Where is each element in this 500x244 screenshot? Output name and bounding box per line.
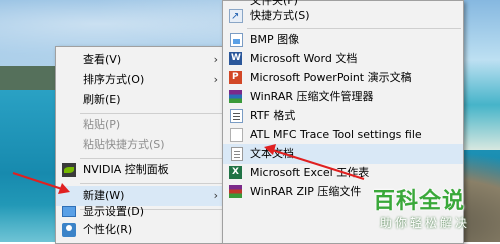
display-icon [62, 206, 76, 217]
menu-separator [80, 183, 222, 184]
submenu-item-bmp[interactable]: BMP 图像 [223, 30, 463, 50]
submenu-item-word[interactable]: Microsoft Word 文档 [223, 48, 463, 69]
submenu-item-rtf[interactable]: RTF 格式 [223, 106, 463, 126]
bmp-icon [230, 33, 243, 47]
menu-item-personalize[interactable]: 个性化(R) [56, 220, 224, 240]
powerpoint-icon [229, 67, 242, 87]
menu-separator [247, 28, 461, 29]
menu-item-display-settings[interactable]: 显示设置(D) [56, 202, 224, 222]
menu-item-display-label: 显示设置(D) [83, 205, 145, 218]
menu-separator [80, 158, 222, 159]
word-icon [229, 48, 242, 68]
menu-item-refresh-label: 刷新(E) [83, 93, 121, 106]
submenu-item-shortcut[interactable]: 快捷方式(S) [223, 6, 463, 27]
submenu-item-rtf-label: RTF 格式 [250, 109, 296, 122]
atl-file-icon [230, 128, 243, 142]
menu-item-sort-by[interactable]: 排序方式(O) › [56, 70, 224, 90]
chevron-right-icon: › [213, 53, 218, 66]
personalize-icon [62, 223, 76, 237]
submenu-item-powerpoint-label: Microsoft PowerPoint 演示文稿 [250, 71, 412, 84]
submenu-item-text-label: 文本文档 [250, 147, 294, 160]
menu-item-nvidia-label: NVIDIA 控制面板 [83, 163, 169, 176]
brand-watermark: 百科全说 助你轻松解决 [373, 183, 495, 239]
menu-item-paste[interactable]: 粘贴(P) [56, 115, 224, 135]
submenu-item-zip-label: WinRAR ZIP 压缩文件 [250, 185, 362, 198]
shortcut-icon [229, 7, 243, 27]
excel-icon [229, 162, 242, 182]
menu-item-nvidia-control-panel[interactable]: NVIDIA 控制面板 [56, 160, 224, 180]
submenu-item-excel[interactable]: Microsoft Excel 工作表 [223, 162, 463, 183]
menu-item-paste-shortcut-label: 粘贴快捷方式(S) [83, 138, 165, 151]
nvidia-icon [62, 163, 76, 177]
rtf-icon [230, 109, 243, 123]
desktop-context-menu: 查看(V) › 排序方式(O) › 刷新(E) 粘贴(P) 粘贴快捷方式(S) … [55, 46, 225, 244]
submenu-item-excel-label: Microsoft Excel 工作表 [250, 166, 370, 179]
text-document-icon [231, 147, 243, 161]
brand-subtitle: 助你轻松解决 [380, 216, 471, 230]
menu-item-refresh[interactable]: 刷新(E) [56, 90, 224, 110]
submenu-item-winrar-label: WinRAR 压缩文件管理器 [250, 90, 374, 103]
submenu-item-bmp-label: BMP 图像 [250, 33, 300, 46]
submenu-item-word-label: Microsoft Word 文档 [250, 52, 358, 65]
winrar-icon [229, 90, 242, 103]
menu-item-paste-label: 粘贴(P) [83, 118, 121, 131]
menu-item-personalize-label: 个性化(R) [83, 223, 133, 236]
menu-item-paste-shortcut[interactable]: 粘贴快捷方式(S) [56, 135, 224, 155]
submenu-item-winrar[interactable]: WinRAR 压缩文件管理器 [223, 87, 463, 107]
submenu-item-atl-label: ATL MFC Trace Tool settings file [250, 128, 422, 141]
menu-item-sort-label: 排序方式(O) [83, 73, 145, 86]
menu-separator [80, 113, 222, 114]
submenu-item-powerpoint[interactable]: Microsoft PowerPoint 演示文稿 [223, 67, 463, 88]
winrar-zip-icon [229, 185, 242, 198]
submenu-item-shortcut-label: 快捷方式(S) [250, 9, 310, 22]
menu-item-view-label: 查看(V) [83, 53, 122, 66]
chevron-right-icon: › [213, 73, 218, 86]
wallpaper-right-edge [462, 0, 500, 150]
brand-title: 百科全说 [373, 189, 466, 214]
submenu-item-text-document[interactable]: 文本文档 [223, 144, 463, 164]
submenu-item-atl-trace[interactable]: ATL MFC Trace Tool settings file [223, 125, 463, 145]
menu-item-view[interactable]: 查看(V) › [56, 50, 224, 70]
